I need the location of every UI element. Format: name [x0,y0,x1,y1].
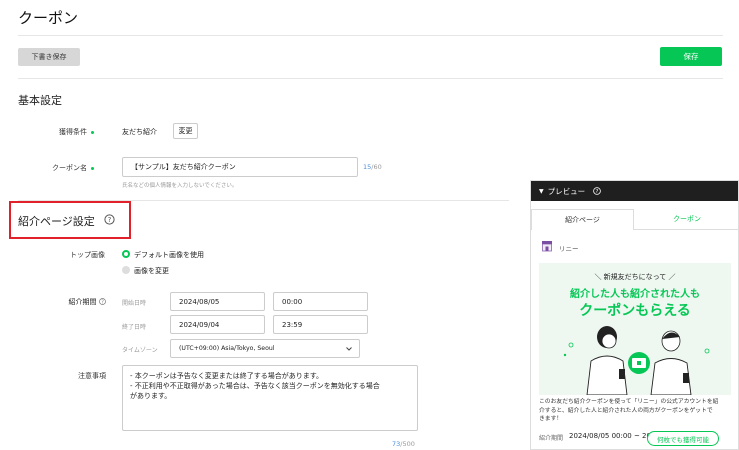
banner-line-3: クーポンもらえる [579,303,691,319]
end-time-input[interactable]: 23:59 [273,315,368,334]
preview-period-label: 紹介期間 [539,435,564,442]
notes-counter: 73/500 [392,440,415,448]
start-datetime-label: 開始日時 [122,300,147,307]
help-circle-icon[interactable]: ? [104,214,115,225]
required-dot [91,166,94,170]
required-dot [91,130,94,134]
preview-title: プレビュー [547,186,586,196]
coupon-name-counter: 15/60 [363,163,382,171]
chevron-down-icon [346,347,352,351]
notes-line: - 本クーポンは予告なく変更または終了する場合があります。 [130,372,324,380]
timezone-select[interactable]: (UTC+09:00) Asia/Tokyo, Seoul [170,339,360,358]
end-date-input[interactable]: 2024/09/04 [170,315,265,334]
preview-header[interactable]: ▼ プレビュー ? [531,181,738,201]
radio-default-image-label: デフォルト画像を使用 [134,251,204,259]
page-title: クーポン [18,9,79,27]
tab-coupon[interactable]: クーポン [634,209,738,230]
coupon-name-text: クーポン名 [52,164,87,172]
unlimited-acquire-chip: 何枚でも獲得可能 [647,431,719,446]
acquisition-condition-value: 友だち紹介 [122,128,157,136]
intro-settings-heading: 紹介ページ設定 [18,215,95,228]
start-time-input[interactable]: 00:00 [273,292,368,311]
banner-line-1: ＼ 新規友だちになって ／ [594,273,676,281]
svg-text:?: ? [108,216,112,224]
tab-intro-page[interactable]: 紹介ページ [531,209,634,230]
basic-settings-heading: 基本設定 [18,94,62,107]
preview-banner: ＼ 新規友だちになって ／ 紹介した人も紹介された人も クーポンもらえる [539,263,731,395]
svg-text:?: ? [596,189,599,195]
top-image-label: トップ画像 [70,251,105,259]
triangle-down-icon: ▼ [539,187,544,195]
coupon-name-label: クーポン名 [4,163,94,173]
coupon-name-max: /60 [371,163,382,171]
shop-name: リニー [559,245,579,253]
save-draft-button[interactable]: 下書き保存 [18,48,80,66]
notes-line: があります。 [130,392,172,401]
intro-period-label: 紹介期間 ? [56,297,106,307]
coupon-name-hint: 氏名などの個人情報を入力しないでください。 [122,183,238,189]
toolbar-divider [18,78,723,79]
preview-description-line: きます！ [539,416,563,423]
notes-line: - 不正利用や不正取得があった場合は、予告なく該当クーポンを無効化する場合 [130,382,380,391]
radio-default-image[interactable] [122,250,130,258]
timezone-label: タイムゾーン [122,347,158,354]
change-condition-button[interactable]: 変更 [173,123,198,139]
timezone-value: (UTC+09:00) Asia/Tokyo, Seoul [179,345,275,352]
end-datetime-label: 終了日時 [122,324,147,331]
svg-text:?: ? [101,299,104,305]
preview-description-line: 介すると、紹介した人と紹介された人の両方がクーポンをゲットで [539,407,713,414]
preview-description: このお友だち紹介クーポンを使って「リニー」の公式アカウントを紹 介すると、紹介し… [539,398,735,424]
help-circle-icon[interactable]: ? [99,298,106,305]
help-circle-icon[interactable]: ? [593,187,601,195]
save-button[interactable]: 保存 [660,47,722,66]
radio-change-image[interactable] [122,266,130,274]
header-divider [18,35,723,36]
friends-illustration [563,326,710,395]
shop-icon [542,241,552,252]
acquisition-condition-text: 獲得条件 [59,128,87,136]
notes-max: /500 [400,440,415,448]
preview-panel: ▼ プレビュー ? 紹介ページ クーポン リニー ＼ 新規友だちになって ／ 紹… [530,180,739,450]
notes-textarea[interactable]: - 本クーポンは予告なく変更または終了する場合があります。 - 不正利用や不正取… [122,365,418,431]
radio-change-image-label: 画像を変更 [134,267,169,275]
notes-label: 注意事項 [78,372,106,380]
intro-period-text: 紹介期間 [68,298,97,306]
preview-period-value: 2024/08/05 00:00 ~ 20 [569,432,651,440]
acquisition-condition-label: 獲得条件 [4,127,94,137]
coupon-name-input[interactable]: 【サンプル】友だち紹介クーポン [122,157,358,177]
banner-line-2: 紹介した人も紹介された人も [570,289,700,300]
preview-description-line: このお友だち紹介クーポンを使って「リニー」の公式アカウントを紹 [539,399,719,405]
start-date-input[interactable]: 2024/08/05 [170,292,265,311]
